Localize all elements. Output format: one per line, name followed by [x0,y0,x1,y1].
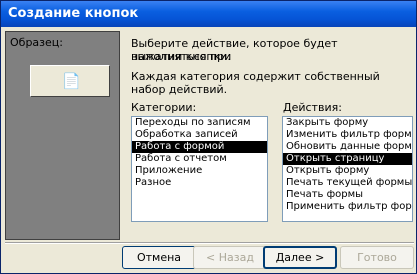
action-item[interactable]: Закрыть форму [283,117,412,129]
description-line-3: Каждая категория содержит собственный на… [131,70,380,96]
actions-listbox[interactable]: Закрыть форму Изменить фильтр формы Обно… [282,116,413,222]
action-item[interactable]: Обновить данные формы [283,141,412,153]
categories-listbox[interactable]: Переходы по записям Обработка записей Ра… [131,116,268,222]
category-item[interactable]: Разное [132,177,267,189]
dialog-title: Создание кнопок [1,1,416,27]
preview-label: Образец: [10,36,63,49]
category-item[interactable]: Обработка записей [132,129,267,141]
action-item[interactable]: Печать текущей формы [283,177,412,189]
preview-panel: Образец: 📄 [5,31,120,240]
category-item[interactable]: Приложение [132,165,267,177]
preview-button: 📄 [30,65,110,97]
actions-label: Действия: [283,101,342,114]
finish-button[interactable]: Готово [340,246,414,269]
category-item[interactable]: Работа с отчетом [132,153,267,165]
cancel-button[interactable]: Отмена [122,246,196,269]
create-buttons-dialog: Создание кнопок Образец: 📄 Выберите дейс… [0,0,417,274]
action-item[interactable]: Печать формы [283,189,412,201]
action-item[interactable]: Открыть форму [283,165,412,177]
button-separator [5,242,414,244]
next-button[interactable]: Далее > [263,246,337,269]
category-item[interactable]: Переходы по записям [132,117,267,129]
category-item-selected[interactable]: Работа с формой [132,141,267,153]
action-item[interactable]: Изменить фильтр формы [283,129,412,141]
back-button[interactable]: < Назад [193,246,267,269]
categories-label: Категории: [131,101,197,114]
action-item-selected[interactable]: Открыть страницу [283,153,412,165]
action-item[interactable]: Применить фильтр формы [283,201,412,213]
form-icon: 📄 [62,72,81,90]
description-line-2: нажатии кнопки. [131,50,231,63]
